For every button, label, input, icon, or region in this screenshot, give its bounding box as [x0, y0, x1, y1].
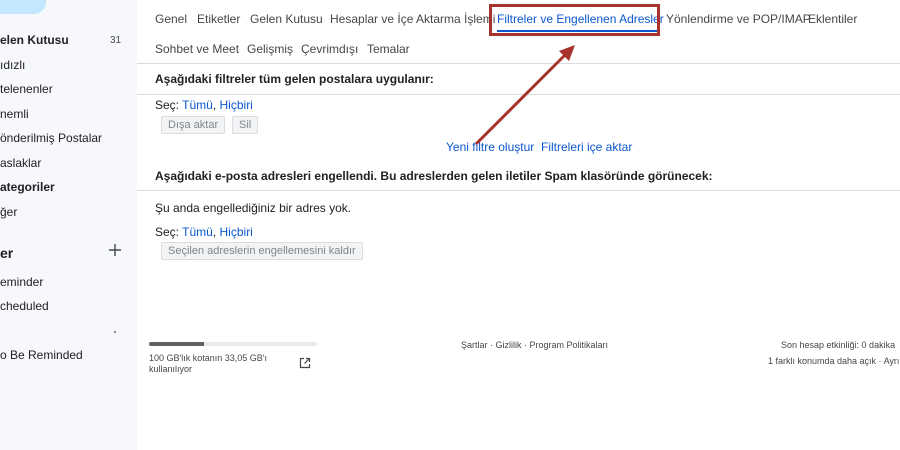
sidebar-label-to-be-reminded[interactable]: o Be Reminded	[0, 348, 83, 362]
blocked-select-label: Seç:	[155, 225, 180, 239]
tab-forwarding-pop-imap[interactable]: Yönlendirme ve POP/IMAP	[666, 12, 811, 26]
plus-icon-svg	[109, 244, 121, 256]
tab-advanced[interactable]: Gelişmiş	[247, 42, 293, 56]
sidebar-item-categories[interactable]: ategoriler	[0, 180, 55, 194]
highlight-box	[489, 4, 660, 36]
settings-panel: Genel Etiketler Gelen Kutusu Hesaplar ve…	[137, 0, 900, 450]
export-button[interactable]: Dışa aktar	[161, 116, 226, 134]
external-link-icon[interactable]	[299, 356, 311, 369]
tab-addons[interactable]: Eklentiler	[808, 12, 857, 26]
tab-labels[interactable]: Etiketler	[197, 12, 240, 26]
external-link-icon-svg	[299, 357, 311, 369]
blocked-heading: Aşağıdaki e-posta adresleri engellendi. …	[155, 169, 713, 183]
compose-button[interactable]	[0, 0, 46, 14]
blocked-empty-text: Şu anda engellediğiniz bir adres yok.	[155, 201, 352, 215]
create-filter-link[interactable]: Yeni filtre oluştur	[446, 140, 534, 154]
other-locations-text[interactable]: 1 farklı konumda daha açık · Ayrı	[768, 356, 899, 366]
tab-themes[interactable]: Temalar	[367, 42, 410, 56]
sidebar-item-sent[interactable]: önderilmiş Postalar	[0, 131, 102, 145]
import-filters-link[interactable]: Filtreleri içe aktar	[541, 140, 632, 154]
plus-icon[interactable]	[108, 243, 122, 257]
filters-select-none-link[interactable]: Hiçbiri	[220, 98, 253, 112]
sidebar-item-drafts[interactable]: aslaklar	[0, 156, 41, 170]
tabs-divider	[137, 63, 900, 64]
inbox-count: 31	[110, 35, 122, 46]
tab-offline[interactable]: Çevrimdışı	[301, 42, 358, 56]
sidebar-label-scheduled[interactable]: cheduled	[0, 299, 49, 313]
storage-bar-fill	[149, 342, 205, 346]
sidebar: elen Kutusu 31 ıdızlı telenenler nemli ö…	[0, 0, 137, 450]
blocked-divider	[137, 190, 900, 191]
filters-heading: Aşağıdaki filtreler tüm gelen postalara …	[155, 72, 434, 86]
filters-select-label: Seç:	[155, 98, 180, 112]
sidebar-item-snoozed[interactable]: telenenler	[0, 82, 53, 96]
filters-select-row: Seç: Tümü, Hiçbiri	[155, 98, 253, 112]
last-activity-text: Son hesap etkinliği: 0 dakika	[781, 340, 896, 350]
unblock-button[interactable]: Seçilen adreslerin engellemesini kaldır	[161, 242, 363, 260]
tab-accounts-import[interactable]: Hesaplar ve İçe Aktarma İşlemi	[330, 12, 495, 26]
filters-select-separator: ,	[212, 98, 217, 112]
sidebar-item-starred[interactable]: ıdızlı	[0, 58, 25, 72]
delete-button[interactable]: Sil	[232, 116, 259, 134]
blocked-select-none-link[interactable]: Hiçbiri	[220, 225, 253, 239]
more-dot	[114, 331, 116, 333]
filters-select-all-link[interactable]: Tümü	[182, 98, 213, 112]
sidebar-label-reminder[interactable]: eminder	[0, 275, 43, 289]
tab-chat-meet[interactable]: Sohbet ve Meet	[155, 42, 239, 56]
sidebar-item-important[interactable]: nemli	[0, 107, 29, 121]
blocked-select-separator: ,	[212, 225, 217, 239]
tab-inbox[interactable]: Gelen Kutusu	[250, 12, 323, 26]
storage-text: 100 GB'lık kotanın 33,05 GB'ı kullanılıy…	[149, 353, 268, 374]
filters-divider	[137, 94, 900, 95]
tab-general[interactable]: Genel	[155, 12, 187, 26]
storage-bar	[149, 342, 317, 346]
blocked-select-all-link[interactable]: Tümü	[182, 225, 213, 239]
sidebar-item-more[interactable]: ğer	[0, 205, 17, 219]
labels-section-title: er	[0, 245, 14, 261]
blocked-select-row: Seç: Tümü, Hiçbiri	[155, 225, 253, 239]
sidebar-item-inbox[interactable]: elen Kutusu	[0, 33, 69, 47]
footer-links[interactable]: Şartlar · Gizlilik · Program Politikalar…	[461, 340, 608, 350]
